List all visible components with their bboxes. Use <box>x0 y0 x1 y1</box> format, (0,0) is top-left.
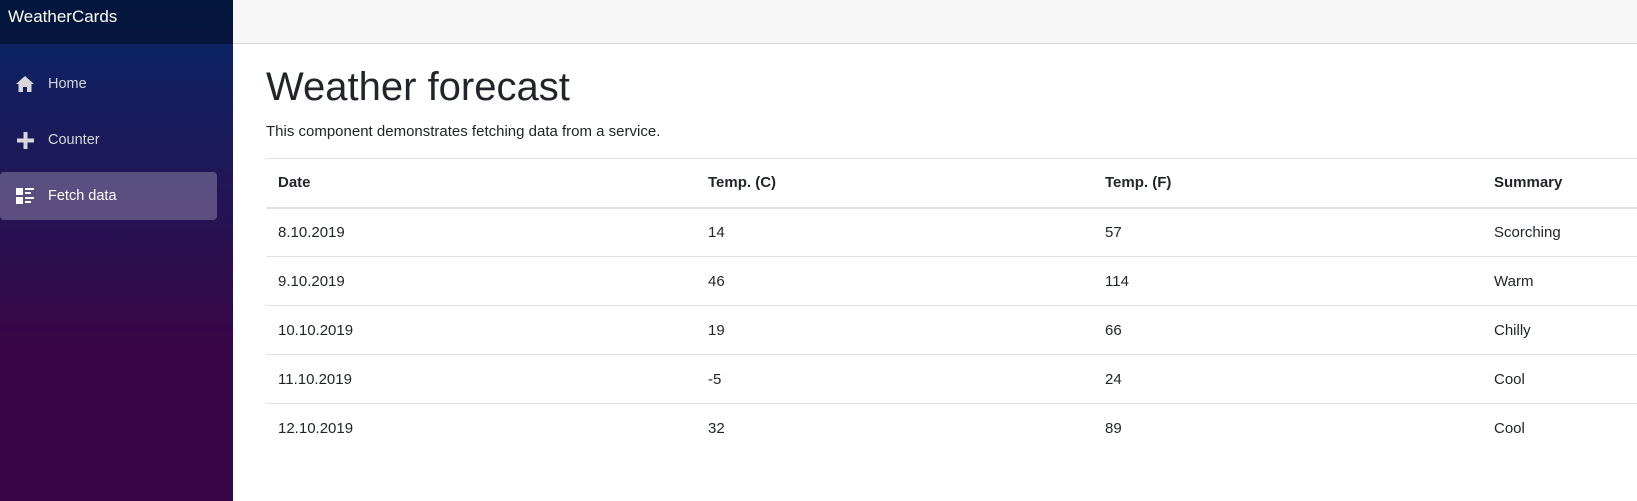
cell-temp-f: 24 <box>1093 354 1482 404</box>
main-content: Weather forecast This component demonstr… <box>266 44 1637 453</box>
table-row: 9.10.2019 46 114 Warm <box>266 256 1637 306</box>
list-rich-icon <box>14 186 36 206</box>
sidebar-item-counter[interactable]: Counter <box>0 116 217 164</box>
cell-summary: Cool <box>1482 354 1637 404</box>
page-description: This component demonstrates fetching dat… <box>266 123 661 140</box>
cell-date: 10.10.2019 <box>266 305 696 355</box>
cell-date: 12.10.2019 <box>278 419 354 437</box>
cell-date: 11.10.2019 <box>266 354 696 404</box>
app-root: WeatherCards Home Counter Fetch data Wea… <box>0 0 1637 501</box>
sidebar-item-home[interactable]: Home <box>0 60 217 108</box>
cell-summary: Cool <box>1494 419 1525 437</box>
cell-temp-c: 14 <box>696 207 1093 257</box>
cell-temp-c: 32 <box>708 419 725 437</box>
table-header: Date Temp. (C) Temp. (F) Summary <box>266 158 1637 209</box>
brand-link[interactable]: WeatherCards <box>0 0 117 25</box>
sidebar-item-label: Fetch data <box>48 188 117 204</box>
cell-temp-c: 19 <box>696 305 1093 355</box>
column-header-date: Date <box>266 158 696 209</box>
sidebar: WeatherCards Home Counter Fetch data <box>0 0 233 501</box>
cell-temp-f: 66 <box>1093 305 1482 355</box>
column-header-temp-c: Temp. (C) <box>696 158 1093 209</box>
top-bar <box>233 0 1637 44</box>
cell-temp-c: 46 <box>696 256 1093 306</box>
sidebar-item-fetch-data[interactable]: Fetch data <box>0 172 217 220</box>
forecast-table: Date Temp. (C) Temp. (F) Summary 8.10.20… <box>266 158 1637 453</box>
cell-summary: Warm <box>1482 256 1637 306</box>
column-header-summary: Summary <box>1482 158 1637 209</box>
table-row: 8.10.2019 14 57 Scorching <box>266 207 1637 257</box>
cell-summary: Chilly <box>1482 305 1637 355</box>
plus-icon <box>14 130 36 150</box>
sidebar-item-label: Home <box>48 76 87 92</box>
cell-temp-f: 114 <box>1093 256 1482 306</box>
nav-item-fetch-data: Fetch data <box>0 168 233 224</box>
cell-temp-f: 57 <box>1093 207 1482 257</box>
cell-date: 8.10.2019 <box>266 207 696 257</box>
column-header-temp-f: Temp. (F) <box>1093 158 1482 209</box>
cell-temp-f: 89 <box>1105 419 1122 437</box>
table-row: 11.10.2019 -5 24 Cool <box>266 354 1637 404</box>
nav-menu: Home Counter Fetch data <box>0 44 233 224</box>
cell-date: 9.10.2019 <box>266 256 696 306</box>
table-header-row: Date Temp. (C) Temp. (F) Summary <box>266 158 1637 209</box>
sidebar-item-label: Counter <box>48 132 100 148</box>
table-row: 12.10.2019 32 89 Cool <box>266 404 1637 453</box>
table-body: 8.10.2019 14 57 Scorching 9.10.2019 46 1… <box>266 207 1637 453</box>
cell-summary: Scorching <box>1482 207 1637 257</box>
nav-item-home: Home <box>0 56 233 112</box>
brand-bar: WeatherCards <box>0 0 233 44</box>
table-row: 10.10.2019 19 66 Chilly <box>266 305 1637 355</box>
cell-temp-c: -5 <box>696 354 1093 404</box>
page-title: Weather forecast <box>266 65 570 109</box>
nav-item-counter: Counter <box>0 112 233 168</box>
home-icon <box>14 74 36 94</box>
